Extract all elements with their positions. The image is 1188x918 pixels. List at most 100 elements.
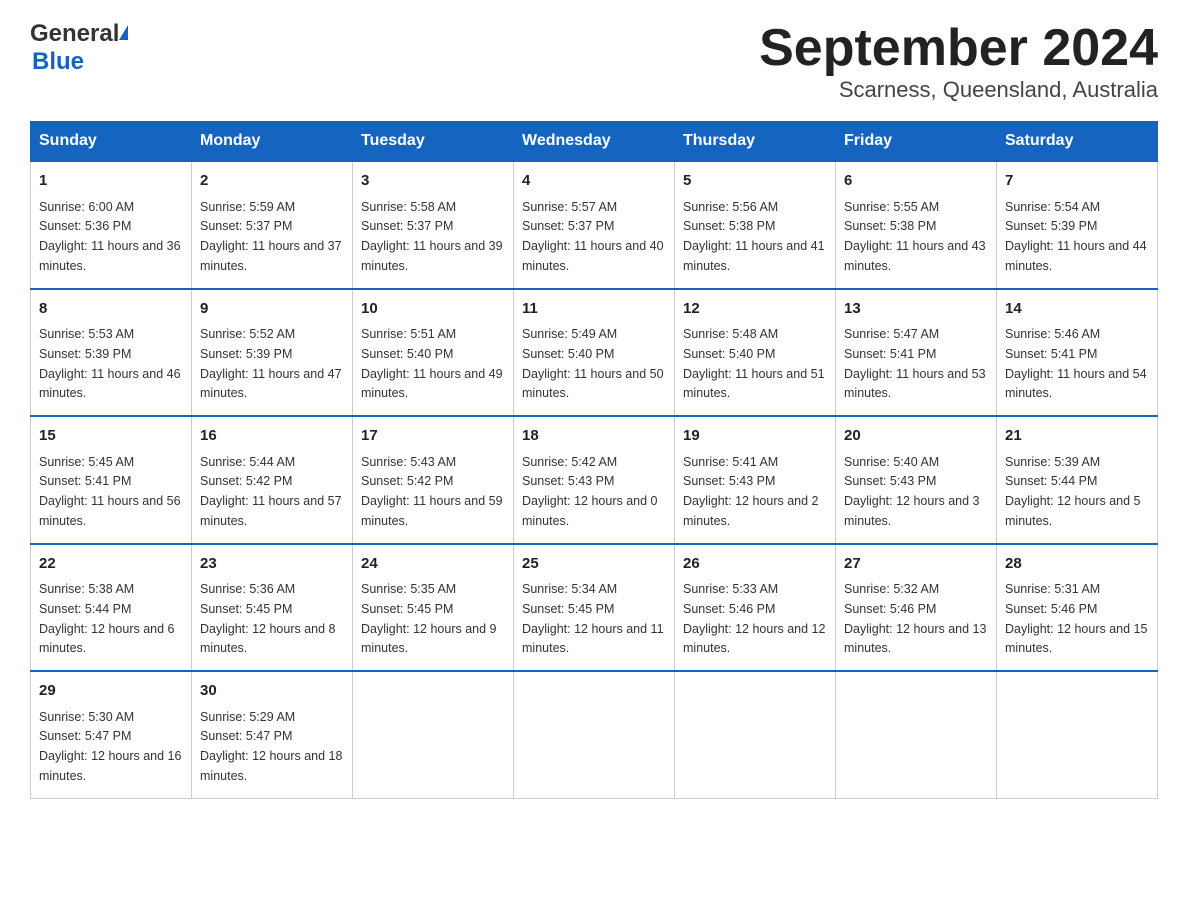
calendar-cell	[514, 671, 675, 798]
day-info: Sunrise: 5:54 AMSunset: 5:39 PMDaylight:…	[1005, 200, 1147, 273]
page-header: General Blue September 2024 Scarness, Qu…	[30, 20, 1158, 103]
day-number: 12	[683, 298, 827, 321]
week-row-2: 8 Sunrise: 5:53 AMSunset: 5:39 PMDayligh…	[31, 289, 1158, 417]
calendar-title: September 2024	[759, 20, 1158, 77]
day-info: Sunrise: 5:35 AMSunset: 5:45 PMDaylight:…	[361, 582, 497, 655]
calendar-cell: 6 Sunrise: 5:55 AMSunset: 5:38 PMDayligh…	[836, 161, 997, 289]
day-info: Sunrise: 5:47 AMSunset: 5:41 PMDaylight:…	[844, 327, 986, 400]
day-info: Sunrise: 5:52 AMSunset: 5:39 PMDaylight:…	[200, 327, 342, 400]
day-number: 26	[683, 553, 827, 576]
calendar-cell: 5 Sunrise: 5:56 AMSunset: 5:38 PMDayligh…	[675, 161, 836, 289]
calendar-cell: 22 Sunrise: 5:38 AMSunset: 5:44 PMDaylig…	[31, 544, 192, 672]
calendar-cell: 2 Sunrise: 5:59 AMSunset: 5:37 PMDayligh…	[192, 161, 353, 289]
day-number: 19	[683, 425, 827, 448]
calendar-cell: 27 Sunrise: 5:32 AMSunset: 5:46 PMDaylig…	[836, 544, 997, 672]
day-number: 4	[522, 170, 666, 193]
calendar-cell: 10 Sunrise: 5:51 AMSunset: 5:40 PMDaylig…	[353, 289, 514, 417]
logo-general-text: General	[30, 20, 119, 48]
calendar-cell	[353, 671, 514, 798]
day-info: Sunrise: 5:45 AMSunset: 5:41 PMDaylight:…	[39, 455, 181, 528]
calendar-cell: 1 Sunrise: 6:00 AMSunset: 5:36 PMDayligh…	[31, 161, 192, 289]
calendar-cell: 17 Sunrise: 5:43 AMSunset: 5:42 PMDaylig…	[353, 416, 514, 544]
day-info: Sunrise: 5:48 AMSunset: 5:40 PMDaylight:…	[683, 327, 825, 400]
calendar-cell: 24 Sunrise: 5:35 AMSunset: 5:45 PMDaylig…	[353, 544, 514, 672]
day-info: Sunrise: 5:34 AMSunset: 5:45 PMDaylight:…	[522, 582, 664, 655]
day-number: 2	[200, 170, 344, 193]
calendar-cell: 25 Sunrise: 5:34 AMSunset: 5:45 PMDaylig…	[514, 544, 675, 672]
calendar-cell: 12 Sunrise: 5:48 AMSunset: 5:40 PMDaylig…	[675, 289, 836, 417]
day-info: Sunrise: 5:39 AMSunset: 5:44 PMDaylight:…	[1005, 455, 1141, 528]
week-row-1: 1 Sunrise: 6:00 AMSunset: 5:36 PMDayligh…	[31, 161, 1158, 289]
day-info: Sunrise: 5:55 AMSunset: 5:38 PMDaylight:…	[844, 200, 986, 273]
day-number: 23	[200, 553, 344, 576]
calendar-cell: 11 Sunrise: 5:49 AMSunset: 5:40 PMDaylig…	[514, 289, 675, 417]
day-info: Sunrise: 5:32 AMSunset: 5:46 PMDaylight:…	[844, 582, 986, 655]
week-row-4: 22 Sunrise: 5:38 AMSunset: 5:44 PMDaylig…	[31, 544, 1158, 672]
title-area: September 2024 Scarness, Queensland, Aus…	[759, 20, 1158, 103]
calendar-cell: 13 Sunrise: 5:47 AMSunset: 5:41 PMDaylig…	[836, 289, 997, 417]
day-number: 13	[844, 298, 988, 321]
logo-triangle-icon	[119, 25, 128, 40]
day-info: Sunrise: 5:29 AMSunset: 5:47 PMDaylight:…	[200, 710, 342, 783]
day-number: 30	[200, 680, 344, 703]
day-info: Sunrise: 5:53 AMSunset: 5:39 PMDaylight:…	[39, 327, 181, 400]
header-cell-wednesday: Wednesday	[514, 122, 675, 162]
day-number: 7	[1005, 170, 1149, 193]
week-row-3: 15 Sunrise: 5:45 AMSunset: 5:41 PMDaylig…	[31, 416, 1158, 544]
day-info: Sunrise: 5:49 AMSunset: 5:40 PMDaylight:…	[522, 327, 664, 400]
calendar-cell: 20 Sunrise: 5:40 AMSunset: 5:43 PMDaylig…	[836, 416, 997, 544]
day-info: Sunrise: 5:41 AMSunset: 5:43 PMDaylight:…	[683, 455, 819, 528]
day-number: 9	[200, 298, 344, 321]
day-info: Sunrise: 5:57 AMSunset: 5:37 PMDaylight:…	[522, 200, 664, 273]
header-cell-monday: Monday	[192, 122, 353, 162]
calendar-cell: 8 Sunrise: 5:53 AMSunset: 5:39 PMDayligh…	[31, 289, 192, 417]
header-cell-thursday: Thursday	[675, 122, 836, 162]
calendar-cell	[997, 671, 1158, 798]
day-number: 28	[1005, 553, 1149, 576]
calendar-cell: 16 Sunrise: 5:44 AMSunset: 5:42 PMDaylig…	[192, 416, 353, 544]
day-number: 27	[844, 553, 988, 576]
calendar-cell: 28 Sunrise: 5:31 AMSunset: 5:46 PMDaylig…	[997, 544, 1158, 672]
day-info: Sunrise: 5:56 AMSunset: 5:38 PMDaylight:…	[683, 200, 825, 273]
calendar-cell: 30 Sunrise: 5:29 AMSunset: 5:47 PMDaylig…	[192, 671, 353, 798]
day-info: Sunrise: 5:33 AMSunset: 5:46 PMDaylight:…	[683, 582, 825, 655]
header-cell-sunday: Sunday	[31, 122, 192, 162]
day-info: Sunrise: 5:30 AMSunset: 5:47 PMDaylight:…	[39, 710, 181, 783]
calendar-cell: 18 Sunrise: 5:42 AMSunset: 5:43 PMDaylig…	[514, 416, 675, 544]
day-number: 20	[844, 425, 988, 448]
calendar-body: 1 Sunrise: 6:00 AMSunset: 5:36 PMDayligh…	[31, 161, 1158, 798]
day-info: Sunrise: 5:59 AMSunset: 5:37 PMDaylight:…	[200, 200, 342, 273]
day-number: 18	[522, 425, 666, 448]
day-info: Sunrise: 5:51 AMSunset: 5:40 PMDaylight:…	[361, 327, 503, 400]
week-row-5: 29 Sunrise: 5:30 AMSunset: 5:47 PMDaylig…	[31, 671, 1158, 798]
calendar-table: SundayMondayTuesdayWednesdayThursdayFrid…	[30, 121, 1158, 799]
day-number: 21	[1005, 425, 1149, 448]
day-number: 16	[200, 425, 344, 448]
day-number: 11	[522, 298, 666, 321]
day-number: 22	[39, 553, 183, 576]
day-number: 14	[1005, 298, 1149, 321]
logo-blue-text: Blue	[30, 48, 128, 76]
day-info: Sunrise: 5:44 AMSunset: 5:42 PMDaylight:…	[200, 455, 342, 528]
day-number: 15	[39, 425, 183, 448]
logo: General Blue	[30, 20, 128, 76]
calendar-cell	[675, 671, 836, 798]
day-number: 10	[361, 298, 505, 321]
day-number: 29	[39, 680, 183, 703]
calendar-cell: 23 Sunrise: 5:36 AMSunset: 5:45 PMDaylig…	[192, 544, 353, 672]
calendar-cell: 7 Sunrise: 5:54 AMSunset: 5:39 PMDayligh…	[997, 161, 1158, 289]
day-info: Sunrise: 5:40 AMSunset: 5:43 PMDaylight:…	[844, 455, 980, 528]
day-info: Sunrise: 5:58 AMSunset: 5:37 PMDaylight:…	[361, 200, 503, 273]
calendar-cell: 9 Sunrise: 5:52 AMSunset: 5:39 PMDayligh…	[192, 289, 353, 417]
day-info: Sunrise: 5:43 AMSunset: 5:42 PMDaylight:…	[361, 455, 503, 528]
day-number: 5	[683, 170, 827, 193]
day-number: 3	[361, 170, 505, 193]
day-number: 1	[39, 170, 183, 193]
day-number: 6	[844, 170, 988, 193]
header-cell-saturday: Saturday	[997, 122, 1158, 162]
header-cell-tuesday: Tuesday	[353, 122, 514, 162]
calendar-cell: 15 Sunrise: 5:45 AMSunset: 5:41 PMDaylig…	[31, 416, 192, 544]
calendar-cell: 21 Sunrise: 5:39 AMSunset: 5:44 PMDaylig…	[997, 416, 1158, 544]
day-number: 24	[361, 553, 505, 576]
calendar-header: SundayMondayTuesdayWednesdayThursdayFrid…	[31, 122, 1158, 162]
